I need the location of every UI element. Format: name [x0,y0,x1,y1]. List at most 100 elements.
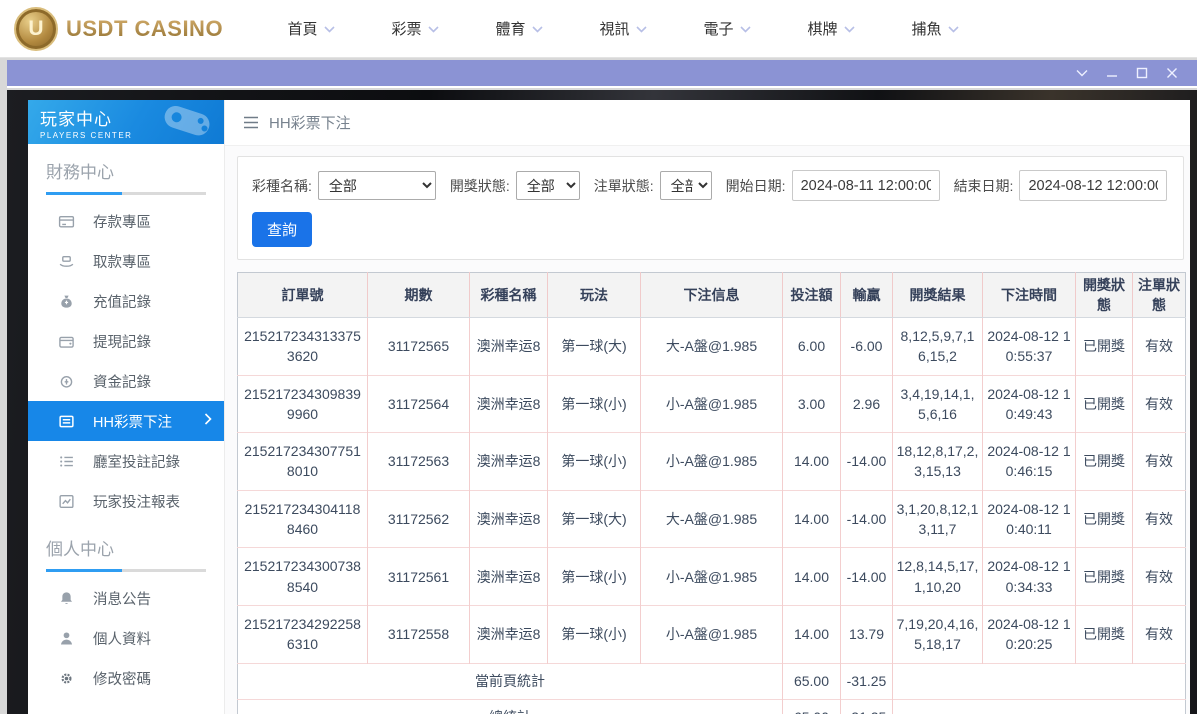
nav-item[interactable]: 捕魚 [883,0,987,58]
nav-item[interactable]: 電子 [675,0,779,58]
sidebar-item-label: 充值記錄 [93,291,151,312]
deposit-icon [58,213,75,230]
section-divider [46,192,206,195]
sidebar-item[interactable]: 修改密碼 [28,658,224,698]
nav-item-label: 首頁 [287,18,317,39]
sidebar-item-label: HH彩票下注 [93,411,172,432]
draw-status-label: 開獎狀態: [450,176,510,196]
cell-period: 31172564 [368,375,470,433]
recharge-record-icon [58,293,75,310]
sidebar-item[interactable]: 廳室投註記錄 [28,441,224,481]
table-row: 215217234292258631031172558澳洲幸运8第一球(小)小-… [238,605,1186,663]
cell-bet-info: 大-A盤@1.985 [641,490,783,548]
sidebar-item-active[interactable]: HH彩票下注 [28,401,224,441]
cell-bet-amount: 6.00 [783,318,841,376]
cell-draw-status: 已開獎 [1076,490,1133,548]
cell-bet-amount: 3.00 [783,375,841,433]
cell-period: 31172565 [368,318,470,376]
cell-lottery-name: 澳洲幸运8 [470,318,548,376]
nav-item-label: 電子 [703,18,733,39]
cell-draw-status: 已開獎 [1076,548,1133,606]
sidebar-item[interactable]: 玩家投注報表 [28,481,224,521]
cell-order-no: 2152172343007388540 [238,548,368,606]
brand-logo[interactable]: U USDT CASINO [14,7,229,51]
cell-order-status: 有效 [1133,490,1186,548]
nav-item[interactable]: 彩票 [363,0,467,58]
end-date-label: 結束日期: [954,176,1014,196]
sidebar-item[interactable]: 提現記錄 [28,321,224,361]
column-header-bet-info: 下注信息 [641,273,783,318]
summary-winloss-total: -31.25 [841,699,893,714]
sidebar-item-label: 存款專區 [93,211,151,232]
cell-order-status: 有效 [1133,318,1186,376]
sidebar-item-label: 玩家投注報表 [93,491,180,512]
table-row: 215217234300738854031172561澳洲幸运8第一球(小)小-… [238,548,1186,606]
cell-play-type: 第一球(大) [548,318,641,376]
start-date-input[interactable] [792,170,940,201]
cell-draw-result: 3,1,20,8,12,13,11,7 [893,490,983,548]
cell-bet-amount: 14.00 [783,605,841,663]
search-button[interactable]: 查詢 [252,212,312,247]
cell-bet-time: 2024-08-12 10:40:11 [983,490,1076,548]
cell-order-status: 有效 [1133,375,1186,433]
sidebar-item[interactable]: 消息公告 [28,578,224,618]
sidebar-item-label: 修改密碼 [93,668,151,689]
window-close-button[interactable] [1157,61,1187,85]
sidebar-item[interactable]: 資金記錄 [28,361,224,401]
start-date-label: 開始日期: [726,176,786,196]
cell-bet-amount: 14.00 [783,433,841,491]
main-nav: 首頁 彩票體育視訊 電子 棋牌捕魚 [259,0,987,58]
nav-item[interactable]: 體育 [467,0,571,58]
nav-item[interactable]: 視訊 [571,0,675,58]
withdraw-icon [58,253,75,270]
sidebar-item[interactable]: 取款專區 [28,241,224,281]
draw-status-select[interactable]: 全部 [516,171,580,200]
cell-lottery-name: 澳洲幸运8 [470,433,548,491]
nav-item[interactable]: 棋牌 [779,0,883,58]
breadcrumb: HH彩票下注 [225,100,1190,146]
cell-draw-result: 8,12,5,9,7,16,15,2 [893,318,983,376]
sidebar-item[interactable]: 存款專區 [28,201,224,241]
cell-win-loss: -6.00 [841,318,893,376]
chevron-down-icon [948,20,959,37]
chevron-down-icon [740,20,751,37]
cell-play-type: 第一球(大) [548,490,641,548]
sidebar-item[interactable]: 充值記錄 [28,281,224,321]
cell-order-status: 有效 [1133,548,1186,606]
window-collapse-button[interactable] [1067,61,1097,85]
cell-win-loss: -14.00 [841,548,893,606]
cell-order-status: 有效 [1133,605,1186,663]
cell-win-loss: -14.00 [841,433,893,491]
cell-draw-status: 已開獎 [1076,433,1133,491]
cell-bet-info: 小-A盤@1.985 [641,548,783,606]
sidebar-item-label: 提現記錄 [93,331,151,352]
hamburger-menu-icon[interactable] [243,116,259,129]
summary-label: 總統計 [238,699,783,714]
nav-item[interactable]: 首頁 [259,0,363,58]
summary-row-total: 總統計65.00-31.25 [238,699,1186,714]
window-minimize-button[interactable] [1097,61,1127,85]
order-status-select[interactable]: 全部 [660,171,712,200]
withdrawal-record-icon [58,333,75,350]
column-header-lottery-name: 彩種名稱 [470,273,548,318]
lottery-name-select[interactable]: 全部 [318,171,436,200]
filter-panel: 彩種名稱: 全部 開獎狀態: 全部 注單狀態: 全部 開始日期: 結束日期: 查… [237,156,1184,260]
lottery-bet-icon [58,413,75,430]
cell-period: 31172563 [368,433,470,491]
chevron-down-icon [532,20,543,37]
cell-draw-result: 12,8,14,5,17,1,10,20 [893,548,983,606]
column-header-order-no: 訂單號 [238,273,368,318]
cell-lottery-name: 澳洲幸运8 [470,490,548,548]
page-title: HH彩票下注 [269,112,351,133]
table-row: 215217234307751801031172563澳洲幸运8第一球(小)小-… [238,433,1186,491]
sidebar-section-title: 財務中心 [28,144,224,183]
sidebar-item[interactable]: 個人資料 [28,618,224,658]
cell-bet-amount: 14.00 [783,548,841,606]
column-header-win-loss: 輸贏 [841,273,893,318]
section-divider [46,569,206,572]
end-date-input[interactable] [1019,170,1167,201]
window-maximize-button[interactable] [1127,61,1157,85]
cell-draw-result: 3,4,19,14,1,5,6,16 [893,375,983,433]
password-icon [58,670,75,687]
chevron-down-icon [844,20,855,37]
